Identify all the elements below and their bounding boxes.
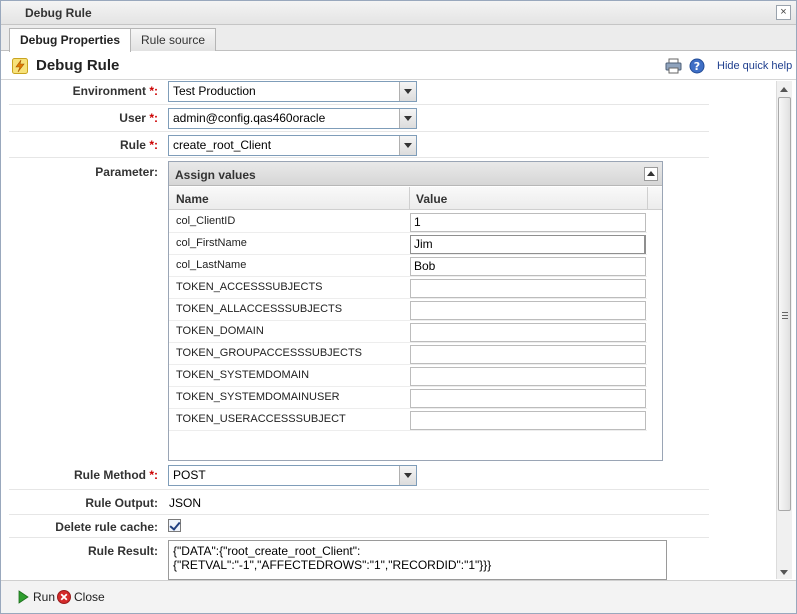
delete-cache-label: Delete rule cache: — [55, 520, 158, 534]
param-value-input[interactable] — [410, 389, 646, 408]
delete-cache-checkbox[interactable] — [168, 519, 181, 532]
title-bar: Debug Rule × — [1, 1, 796, 25]
panel-header: Debug Rule ? Hide quick help — [1, 52, 796, 80]
rule-method-select[interactable]: POST — [168, 465, 417, 486]
scroll-thumb[interactable] — [778, 97, 791, 511]
run-button[interactable]: Run — [16, 588, 56, 606]
param-value-input[interactable]: 1 — [410, 213, 646, 232]
chevron-down-icon[interactable] — [399, 466, 416, 485]
assign-values-grid: Assign values Name Value col_ClientID 1 … — [168, 161, 663, 461]
chevron-down-icon[interactable] — [399, 82, 416, 101]
table-row: TOKEN_GROUPACCESSSUBJECTS — [169, 343, 647, 365]
environment-label: Environment *: — [72, 84, 158, 98]
lightning-icon — [12, 58, 28, 74]
help-icon[interactable]: ? — [689, 58, 705, 74]
param-name: TOKEN_GROUPACCESSSUBJECTS — [176, 347, 363, 359]
chevron-down-icon[interactable] — [399, 109, 416, 128]
rule-output-label: Rule Output: — [85, 496, 158, 510]
param-name: TOKEN_SYSTEMDOMAINUSER — [176, 391, 340, 403]
table-row: TOKEN_ACCESSSUBJECTS — [169, 277, 647, 299]
rule-method-value: POST — [173, 468, 206, 482]
param-name: TOKEN_SYSTEMDOMAIN — [176, 369, 310, 381]
environment-value: Test Production — [173, 84, 256, 98]
param-name: TOKEN_DOMAIN — [176, 325, 264, 337]
table-row: TOKEN_SYSTEMDOMAINUSER — [169, 387, 647, 409]
table-row: TOKEN_USERACCESSSUBJECT — [169, 409, 647, 431]
param-value-input[interactable] — [410, 279, 646, 298]
column-header-name[interactable]: Name — [176, 192, 209, 206]
param-name: TOKEN_USERACCESSSUBJECT — [176, 413, 346, 425]
rule-select[interactable]: create_root_Client — [168, 135, 417, 156]
param-value-input[interactable]: Bob — [410, 257, 646, 276]
table-row: col_LastName Bob — [169, 255, 647, 277]
param-value-input[interactable] — [410, 345, 646, 364]
scroll-up-icon[interactable] — [780, 87, 788, 92]
page-title: Debug Rule — [36, 57, 120, 74]
table-row: col_FirstName Jim — [169, 233, 647, 255]
footer-toolbar: Run Close — [1, 580, 796, 613]
user-label: User *: — [119, 111, 158, 125]
table-row: TOKEN_ALLACCESSSUBJECTS — [169, 299, 647, 321]
grid-title-bar: Assign values — [169, 162, 662, 186]
close-circle-icon — [57, 590, 71, 604]
svg-text:?: ? — [694, 60, 700, 73]
rule-label: Rule *: — [119, 138, 158, 152]
collapse-icon[interactable] — [644, 167, 658, 181]
tab-bar: Debug Properties Rule source — [1, 25, 796, 52]
rule-value: create_root_Client — [173, 138, 272, 152]
param-name: col_LastName — [176, 259, 247, 271]
param-value-input[interactable]: Jim — [410, 235, 646, 254]
close-label: Close — [74, 590, 105, 604]
user-select[interactable]: admin@config.qas460oracle — [168, 108, 417, 129]
rule-output-value: JSON — [169, 496, 202, 510]
print-icon[interactable] — [665, 58, 682, 74]
param-value-input[interactable] — [410, 411, 646, 430]
hide-quick-help-link[interactable]: Hide quick help — [717, 60, 792, 72]
chevron-down-icon[interactable] — [399, 136, 416, 155]
param-value-input[interactable] — [410, 301, 646, 320]
table-row: col_ClientID 1 — [169, 211, 647, 233]
environment-select[interactable]: Test Production — [168, 81, 417, 102]
tab-debug-properties[interactable]: Debug Properties — [9, 28, 132, 52]
param-name: TOKEN_ALLACCESSSUBJECTS — [176, 303, 343, 315]
grid-header: Name Value — [169, 187, 662, 210]
window-title: Debug Rule — [25, 6, 92, 20]
parameter-label: Parameter: — [95, 165, 158, 179]
table-row: TOKEN_DOMAIN — [169, 321, 647, 343]
param-value-input[interactable] — [410, 367, 646, 386]
param-name: col_ClientID — [176, 215, 236, 227]
param-value-input[interactable] — [410, 323, 646, 342]
close-icon[interactable]: × — [776, 5, 791, 20]
column-header-value[interactable]: Value — [416, 192, 447, 206]
rule-result-label: Rule Result: — [87, 544, 158, 558]
tab-rule-source[interactable]: Rule source — [130, 28, 217, 51]
grid-title: Assign values — [175, 168, 256, 182]
run-label: Run — [33, 590, 56, 604]
rule-method-label: Rule Method *: — [73, 468, 158, 482]
rule-result-textarea[interactable]: {"DATA":{"root_create_root_Client": {"RE… — [168, 540, 667, 580]
param-name: col_FirstName — [176, 237, 247, 249]
play-icon — [18, 590, 29, 604]
close-button[interactable]: Close — [57, 588, 107, 606]
scroll-down-icon[interactable] — [780, 570, 788, 575]
user-value: admin@config.qas460oracle — [173, 111, 326, 125]
param-name: TOKEN_ACCESSSUBJECTS — [176, 281, 323, 293]
table-row: TOKEN_SYSTEMDOMAIN — [169, 365, 647, 387]
vertical-scrollbar[interactable] — [776, 81, 792, 579]
debug-rule-window: Debug Rule × Debug Properties Rule sourc… — [0, 0, 797, 614]
